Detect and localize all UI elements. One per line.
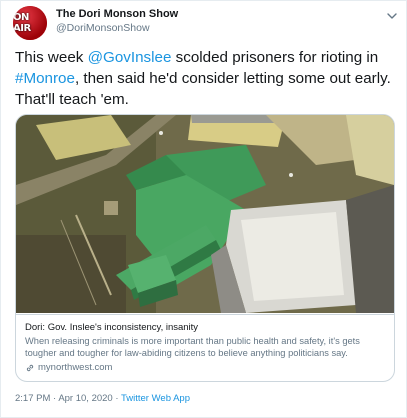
link-icon	[25, 363, 35, 373]
card-image[interactable]	[16, 115, 394, 313]
link-card[interactable]: Dori: Gov. Inslee's inconsistency, insan…	[15, 114, 395, 382]
tweet-date[interactable]: Apr 10, 2020	[58, 393, 112, 404]
tweet-text-part: scolded prisoners for rioting in	[171, 49, 379, 66]
card-domain-text: mynorthwest.com	[38, 362, 113, 373]
chevron-down-icon[interactable]	[385, 9, 399, 23]
author-display-name[interactable]: The Dori Monson Show	[56, 8, 178, 20]
card-domain: mynorthwest.com	[25, 362, 385, 374]
tweet-text-part: This week	[15, 49, 88, 66]
avatar-logo-text: ON AIR	[13, 12, 31, 34]
author-handle[interactable]: @DoriMonsonShow	[56, 22, 150, 34]
tweet-text: This week @GovInslee scolded prisoners f…	[15, 47, 395, 110]
tweet: ON AIR The Dori Monson Show @DoriMonsonS…	[0, 0, 407, 418]
meta-separator: ·	[112, 393, 121, 404]
tweet-time[interactable]: 2:17 PM	[15, 393, 50, 404]
tweet-source-app[interactable]: Twitter Web App	[121, 393, 190, 404]
mention-link[interactable]: @GovInslee	[88, 49, 172, 66]
tweet-meta: 2:17 PM · Apr 10, 2020 · Twitter Web App	[15, 393, 190, 404]
avatar[interactable]: ON AIR	[13, 6, 47, 40]
card-body[interactable]: Dori: Gov. Inslee's inconsistency, insan…	[16, 314, 394, 374]
hashtag-link[interactable]: #Monroe	[15, 70, 75, 87]
card-description: When releasing criminals is more importa…	[25, 336, 360, 358]
card-title: Dori: Gov. Inslee's inconsistency, insan…	[25, 322, 199, 333]
